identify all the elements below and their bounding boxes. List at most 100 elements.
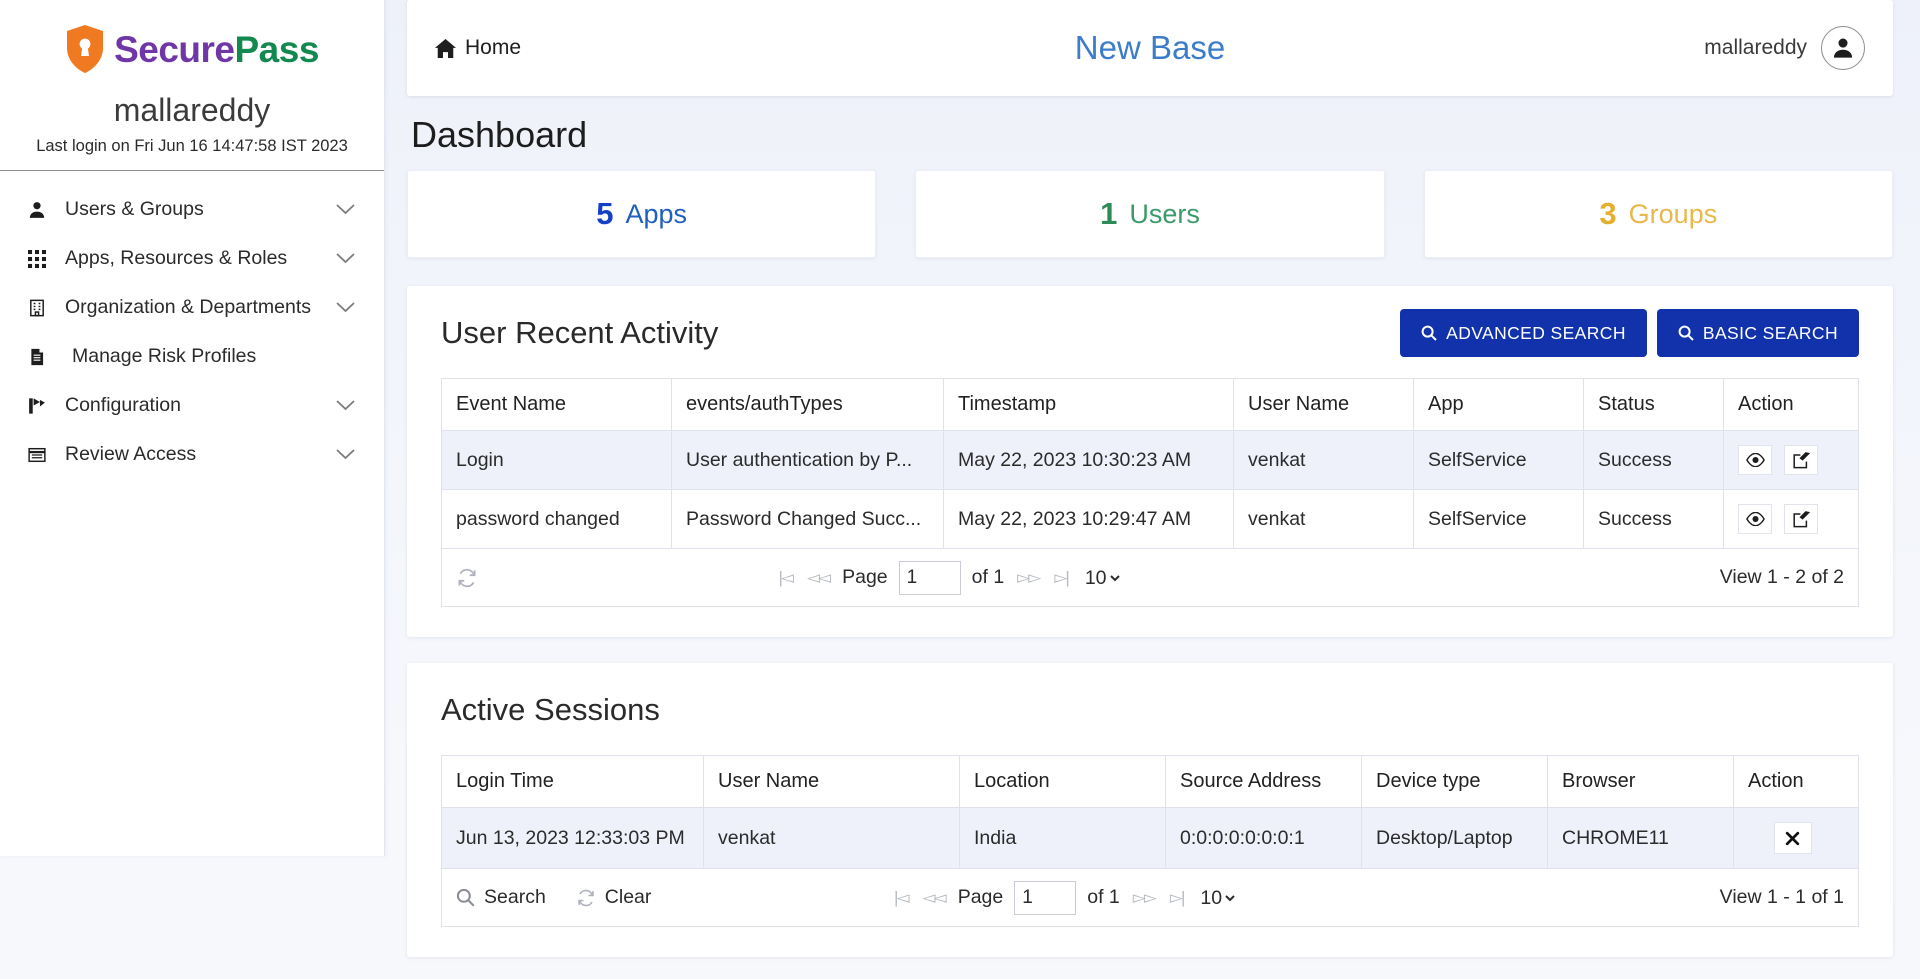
breadcrumb-home[interactable]: Home	[435, 36, 521, 60]
cell-actions	[1724, 431, 1859, 490]
user-menu[interactable]: mallareddy	[1704, 26, 1865, 70]
cell-app: SelfService	[1414, 431, 1584, 490]
cell-login-time: Jun 13, 2023 12:33:03 PM	[442, 808, 704, 869]
sidebar-item-label: Apps, Resources & Roles	[65, 247, 335, 270]
stat-card-apps[interactable]: 5 Apps	[407, 170, 876, 258]
sidebar-username: mallareddy	[0, 92, 384, 129]
cell-timestamp: May 22, 2023 10:29:47 AM	[944, 490, 1234, 549]
next-page-icon[interactable]: ▻▻	[1015, 568, 1041, 588]
column-header-event-name[interactable]: Event Name	[442, 379, 672, 431]
last-page-icon[interactable]: ▻|	[1052, 568, 1070, 588]
column-header-device-type[interactable]: Device type	[1362, 756, 1548, 808]
active-sessions-panel: Active Sessions Login Time User Name Loc…	[407, 663, 1893, 957]
column-header-auth-types[interactable]: events/authTypes	[672, 379, 944, 431]
pager-controls: |◅ ◅◅ Page of 1 ▻▻ ▻| 10	[776, 561, 1122, 595]
search-icon	[1421, 325, 1437, 341]
sidebar-item-label: Users & Groups	[65, 198, 335, 221]
brand-secure-text: Secure	[114, 29, 234, 70]
column-header-app[interactable]: App	[1414, 379, 1584, 431]
search-icon	[456, 888, 475, 907]
edit-icon[interactable]	[1784, 445, 1818, 475]
avatar[interactable]	[1821, 26, 1865, 70]
page-size-select[interactable]: 10	[1081, 566, 1123, 590]
advanced-search-button[interactable]: ADVANCED SEARCH	[1400, 309, 1647, 357]
sidebar-item-review-access[interactable]: Review Access	[0, 430, 384, 479]
sidebar-item-organization-departments[interactable]: Organization & Departments	[0, 283, 384, 332]
edit-icon[interactable]	[1784, 504, 1818, 534]
user-recent-activity-panel: User Recent Activity ADVANCED SEARCH	[407, 286, 1893, 637]
chevron-down-icon[interactable]	[335, 203, 356, 216]
page-size-select[interactable]: 10	[1196, 886, 1238, 910]
page-of-label: of 1	[1087, 886, 1120, 909]
page-label: Page	[842, 566, 888, 589]
stat-label: Groups	[1629, 199, 1718, 230]
last-page-icon[interactable]: ▻|	[1168, 888, 1186, 908]
record-range-label: View 1 - 1 of 1	[1720, 886, 1844, 909]
column-header-location[interactable]: Location	[960, 756, 1166, 808]
refresh-icon[interactable]	[456, 567, 478, 589]
dashboard-title: Dashboard	[411, 114, 1893, 156]
page-number-input[interactable]	[899, 561, 961, 595]
sidebar-item-users-groups[interactable]: Users & Groups	[0, 185, 384, 234]
prev-page-icon[interactable]: ◅◅	[805, 568, 831, 588]
sidebar-item-apps-resources-roles[interactable]: Apps, Resources & Roles	[0, 234, 384, 283]
chevron-down-icon[interactable]	[335, 252, 356, 265]
clear-label: Clear	[605, 886, 652, 909]
grid-icon	[22, 250, 52, 268]
cell-actions	[1734, 808, 1859, 869]
table-row[interactable]: password changed Password Changed Succ..…	[442, 490, 1859, 549]
stat-card-groups[interactable]: 3 Groups	[1424, 170, 1893, 258]
column-header-browser[interactable]: Browser	[1548, 756, 1734, 808]
column-header-source-address[interactable]: Source Address	[1166, 756, 1362, 808]
column-header-login-time[interactable]: Login Time	[442, 756, 704, 808]
sidebar-divider	[0, 170, 384, 171]
chevron-down-icon[interactable]	[335, 301, 356, 314]
cell-source-address: 0:0:0:0:0:0:0:1	[1166, 808, 1362, 869]
view-icon[interactable]	[1738, 445, 1772, 475]
brand-logo[interactable]: SecurePass	[0, 0, 384, 74]
search-button[interactable]: Search	[456, 886, 546, 909]
pager-controls: |◅ ◅◅ Page of 1 ▻▻ ▻| 10	[892, 881, 1238, 915]
prev-page-icon[interactable]: ◅◅	[921, 888, 947, 908]
column-header-action: Action	[1734, 756, 1859, 808]
close-icon[interactable]	[1774, 822, 1812, 854]
list-icon	[22, 446, 52, 464]
table-row[interactable]: Login User authentication by P... May 22…	[442, 431, 1859, 490]
basic-search-button[interactable]: BASIC SEARCH	[1657, 309, 1859, 357]
cell-timestamp: May 22, 2023 10:30:23 AM	[944, 431, 1234, 490]
column-header-user-name[interactable]: User Name	[1234, 379, 1414, 431]
cell-device-type: Desktop/Laptop	[1362, 808, 1548, 869]
cell-browser: CHROME11	[1548, 808, 1734, 869]
first-page-icon[interactable]: |◅	[776, 568, 794, 588]
chevron-down-icon[interactable]	[335, 399, 356, 412]
sidebar-item-manage-risk-profiles[interactable]: Manage Risk Profiles	[0, 332, 384, 381]
stat-value: 3	[1599, 196, 1616, 232]
refresh-icon	[576, 888, 596, 908]
column-header-user-name[interactable]: User Name	[704, 756, 960, 808]
stat-label: Users	[1129, 199, 1200, 230]
page-label: Page	[958, 886, 1004, 909]
panel-title: Active Sessions	[441, 692, 660, 728]
page-number-input[interactable]	[1014, 881, 1076, 915]
table-row[interactable]: Jun 13, 2023 12:33:03 PM venkat India 0:…	[442, 808, 1859, 869]
sidebar-item-label: Organization & Departments	[65, 296, 335, 319]
stat-value: 1	[1100, 196, 1117, 232]
clear-button[interactable]: Clear	[576, 886, 652, 909]
column-header-timestamp[interactable]: Timestamp	[944, 379, 1234, 431]
stat-card-users[interactable]: 1 Users	[915, 170, 1384, 258]
sidebar: SecurePass mallareddy Last login on Fri …	[0, 0, 385, 856]
next-page-icon[interactable]: ▻▻	[1131, 888, 1157, 908]
sidebar-item-configuration[interactable]: Configuration	[0, 381, 384, 430]
first-page-icon[interactable]: |◅	[892, 888, 910, 908]
sidebar-last-login: Last login on Fri Jun 16 14:47:58 IST 20…	[0, 137, 384, 170]
basic-search-label: BASIC SEARCH	[1703, 323, 1838, 344]
view-icon[interactable]	[1738, 504, 1772, 534]
page-of-label: of 1	[972, 566, 1005, 589]
table-header-row: Login Time User Name Location Source Add…	[442, 756, 1859, 808]
stat-value: 5	[596, 196, 613, 232]
building-icon	[22, 299, 52, 317]
cell-user-name: venkat	[1234, 431, 1414, 490]
cell-app: SelfService	[1414, 490, 1584, 549]
column-header-status[interactable]: Status	[1584, 379, 1724, 431]
chevron-down-icon[interactable]	[335, 448, 356, 461]
